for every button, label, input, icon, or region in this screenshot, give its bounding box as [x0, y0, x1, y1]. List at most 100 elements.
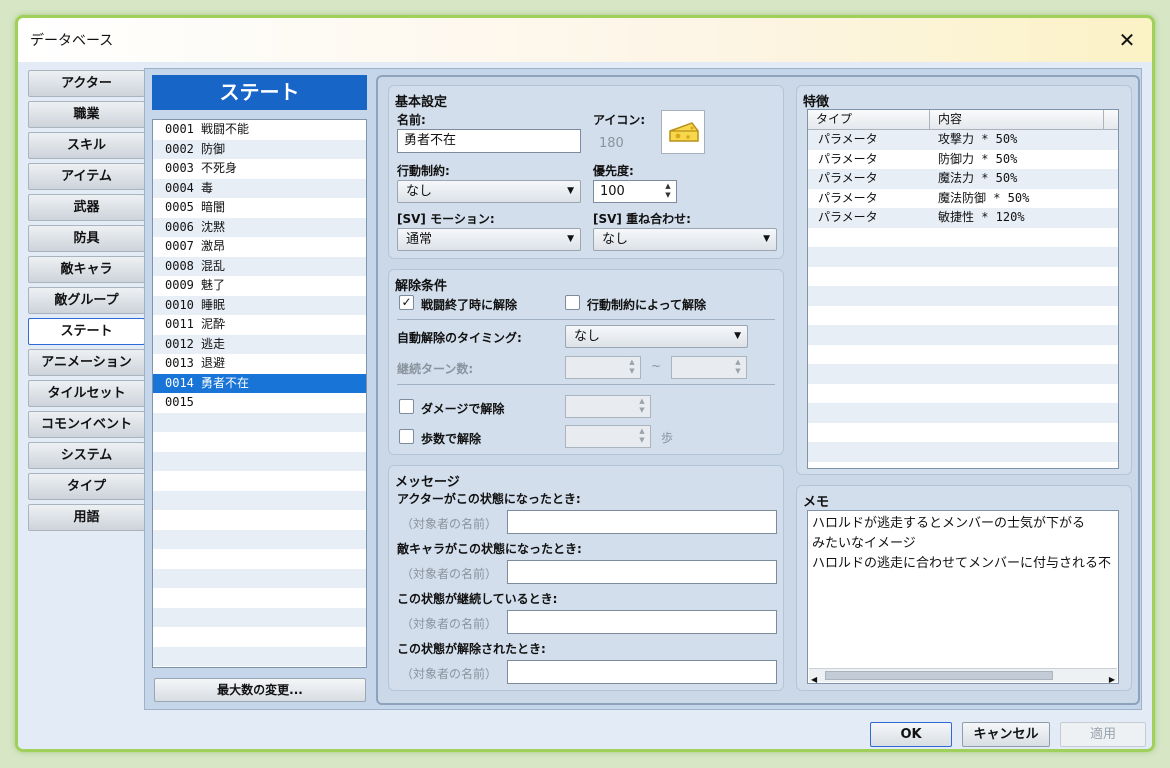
trait-empty-row[interactable] [808, 403, 1118, 423]
trait-empty-row[interactable] [808, 228, 1118, 248]
turns-min-stepper[interactable]: ▲ ▼ [565, 356, 641, 379]
change-max-button[interactable]: 最大数の変更... [154, 678, 366, 702]
tab-6[interactable]: 敵キャラ [28, 256, 145, 283]
column-type[interactable]: タイプ [808, 110, 930, 129]
trait-empty-row[interactable] [808, 364, 1118, 384]
spin-arrows-icon[interactable]: ▲ ▼ [637, 397, 647, 415]
spin-arrows-icon[interactable]: ▲ ▼ [637, 427, 647, 445]
auto-timing-select[interactable]: なし ▼ [565, 325, 748, 348]
list-item[interactable]: 0015 [153, 393, 366, 413]
state-list[interactable]: 0001 戦闘不能 0002 防御 0003 不死身 0004 毒 0005 暗闇 0006 沈黙 00… [152, 119, 367, 668]
spin-arrows-icon[interactable]: ▲ ▼ [663, 182, 673, 200]
basic-settings-title: 基本設定 [395, 95, 448, 110]
list-item[interactable]: 0003 不死身 [153, 159, 366, 179]
target-name-placeholder: （対象者の名前） [401, 567, 498, 581]
restriction-select[interactable]: なし ▼ [397, 180, 581, 203]
memo-horizontal-scrollbar[interactable]: ◀ ▶ [809, 668, 1117, 683]
list-item[interactable]: 0005 暗闇 [153, 198, 366, 218]
turns-max-stepper[interactable]: ▲ ▼ [671, 356, 747, 379]
removal-title: 解除条件 [395, 279, 448, 294]
list-item[interactable]: 0006 沈黙 [153, 217, 366, 237]
list-item[interactable]: 0014 勇者不在 [153, 373, 366, 393]
ok-button[interactable]: OK [870, 722, 952, 747]
trait-empty-row[interactable] [808, 423, 1118, 443]
column-content[interactable]: 内容 [930, 110, 1104, 129]
close-icon[interactable]: ✕ [1110, 24, 1144, 56]
battle-end-checkbox[interactable]: ✓ [399, 295, 414, 310]
list-item[interactable]: 0008 混乱 [153, 256, 366, 276]
scroll-right-icon[interactable]: ▶ [1109, 670, 1115, 683]
list-item[interactable]: 0007 激昂 [153, 237, 366, 257]
chevron-down-icon: ▼ [763, 234, 770, 244]
message-input[interactable] [507, 610, 777, 634]
tab-9[interactable]: アニメーション [28, 349, 145, 376]
apply-button[interactable]: 適用 [1060, 722, 1146, 747]
trait-empty-row[interactable] [808, 442, 1118, 462]
steps-stepper[interactable]: ▲ ▼ [565, 425, 651, 448]
tab-4[interactable]: 武器 [28, 194, 145, 221]
trait-empty-row[interactable] [808, 345, 1118, 365]
tab-3[interactable]: アイテム [28, 163, 145, 190]
overlay-select[interactable]: なし ▼ [593, 228, 777, 251]
list-empty-row [153, 607, 366, 627]
trait-row[interactable]: パラメータ 防御力 * 50% [808, 150, 1118, 170]
damage-removal-label: ダメージで解除 [421, 402, 505, 416]
tab-14[interactable]: 用語 [28, 504, 145, 531]
message-input[interactable] [507, 560, 777, 584]
cancel-button[interactable]: キャンセル [962, 722, 1050, 747]
message-input[interactable] [507, 660, 777, 684]
trait-empty-row[interactable] [808, 267, 1118, 287]
list-item-id: 0005 [165, 200, 194, 214]
list-item[interactable]: 0011 泥酔 [153, 315, 366, 335]
tab-0[interactable]: アクター [28, 70, 145, 97]
trait-row[interactable]: パラメータ 魔法力 * 50% [808, 169, 1118, 189]
scroll-left-icon[interactable]: ◀ [811, 670, 817, 683]
name-input[interactable]: 勇者不在 [397, 129, 581, 153]
trait-empty-row[interactable] [808, 247, 1118, 267]
list-item[interactable]: 0010 睡眠 [153, 295, 366, 315]
memo-textarea[interactable]: ハロルドが逃走するとメンバーの士気が下がる みたいなイメージ ハロルドの逃走に合… [807, 510, 1119, 684]
trait-row[interactable]: パラメータ 敏捷性 * 120% [808, 208, 1118, 228]
tab-11[interactable]: コモンイベント [28, 411, 145, 438]
list-item-name: 毒 [201, 180, 214, 195]
list-item[interactable]: 0012 逃走 [153, 334, 366, 354]
motion-select[interactable]: 通常 ▼ [397, 228, 581, 251]
message-input[interactable] [507, 510, 777, 534]
trait-type: パラメータ [818, 190, 878, 205]
scroll-thumb[interactable] [825, 671, 1053, 680]
spin-arrows-icon[interactable]: ▲ ▼ [627, 358, 637, 376]
list-item[interactable]: 0004 毒 [153, 178, 366, 198]
list-item[interactable]: 0002 防御 [153, 139, 366, 159]
spin-arrows-icon[interactable]: ▲ ▼ [733, 358, 743, 376]
traits-table[interactable]: タイプ 内容 パラメータ 攻撃力 * 50% パラメータ 防御力 * 50% パラメータ… [807, 109, 1119, 469]
damage-removal-checkbox[interactable] [399, 399, 414, 414]
tab-13[interactable]: タイプ [28, 473, 145, 500]
message-label: 敵キャラがこの状態になったとき: [397, 542, 582, 556]
list-item[interactable]: 0001 戦闘不能 [153, 120, 366, 140]
trait-row[interactable]: パラメータ 魔法防御 * 50% [808, 189, 1118, 209]
trait-empty-row[interactable] [808, 325, 1118, 345]
trait-row[interactable]: パラメータ 攻撃力 * 50% [808, 130, 1118, 150]
tab-1[interactable]: 職業 [28, 101, 145, 128]
list-item[interactable]: 0013 退避 [153, 354, 366, 374]
list-empty-row [153, 646, 366, 666]
priority-label: 優先度: [593, 164, 634, 178]
trait-empty-row[interactable] [808, 286, 1118, 306]
trait-empty-row[interactable] [808, 384, 1118, 404]
tab-7[interactable]: 敵グループ [28, 287, 145, 314]
memo-line: みたいなイメージ [812, 536, 916, 551]
list-item[interactable]: 0009 魅了 [153, 276, 366, 296]
restriction-removal-checkbox[interactable] [565, 295, 580, 310]
state-icon-button[interactable] [661, 110, 705, 154]
steps-removal-checkbox[interactable] [399, 429, 414, 444]
tab-10[interactable]: タイルセット [28, 380, 145, 407]
tab-5[interactable]: 防具 [28, 225, 145, 252]
tab-2[interactable]: スキル [28, 132, 145, 159]
tab-12[interactable]: システム [28, 442, 145, 469]
list-item-name: 防御 [201, 141, 226, 156]
trait-empty-row[interactable] [808, 306, 1118, 326]
priority-stepper[interactable]: 100 ▲ ▼ [593, 180, 677, 203]
damage-stepper[interactable]: ▲ ▼ [565, 395, 651, 418]
list-empty-row [153, 471, 366, 491]
tab-8[interactable]: ステート [28, 318, 145, 345]
